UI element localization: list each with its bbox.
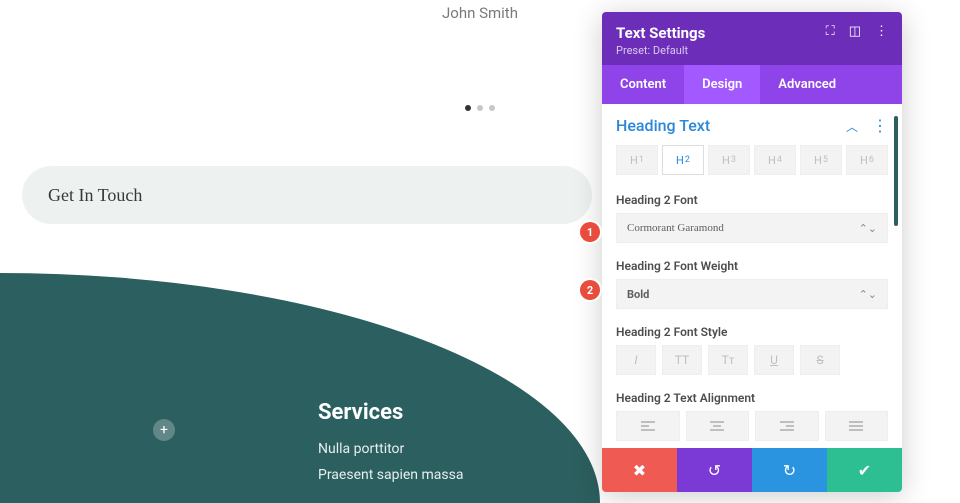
style-strikethrough[interactable]: S <box>800 345 840 375</box>
text-settings-panel: Text Settings Preset: Default ⛶ ◫ ⋮ Cont… <box>602 12 902 492</box>
footer-link[interactable]: Nulla porttitor <box>318 441 463 457</box>
font-select[interactable]: Cormorant Garamond ⌃⌄ <box>616 213 888 243</box>
font-value: Cormorant Garamond <box>627 222 724 234</box>
caret-icon: ⌃⌄ <box>859 222 877 235</box>
panel-header: Text Settings Preset: Default ⛶ ◫ ⋮ <box>602 12 902 65</box>
footer-wave <box>0 273 600 503</box>
tab-advanced[interactable]: Advanced <box>760 65 854 104</box>
heading-h5[interactable]: H5 <box>800 145 842 175</box>
panel-title: Text Settings <box>616 24 705 42</box>
heading-h1[interactable]: H1 <box>616 145 658 175</box>
responsive-icon[interactable]: ◫ <box>849 24 861 39</box>
style-smallcaps[interactable]: Tᴛ <box>708 345 748 375</box>
tab-design[interactable]: Design <box>684 65 760 104</box>
align-left[interactable] <box>616 411 680 441</box>
heading-h4[interactable]: H4 <box>754 145 796 175</box>
panel-scrollbar-thumb[interactable] <box>894 116 898 226</box>
style-uppercase[interactable]: TT <box>662 345 702 375</box>
save-button[interactable]: ✔ <box>827 448 902 492</box>
caret-icon: ⌃⌄ <box>859 288 877 301</box>
footer-services-column: Services Nulla porttitor Praesent sapien… <box>318 400 463 493</box>
panel-footer: ✖ ↺ ↻ ✔ <box>602 448 902 492</box>
weight-value: Bold <box>627 288 649 301</box>
align-right[interactable] <box>755 411 819 441</box>
undo-button[interactable]: ↺ <box>677 448 752 492</box>
section-kebab-icon[interactable]: ⋮ <box>866 116 888 135</box>
heading-level-selector: H1 H2 H3 H4 H5 H6 <box>616 145 888 175</box>
heading-h2[interactable]: H2 <box>662 145 704 175</box>
style-label: Heading 2 Font Style <box>616 325 888 339</box>
cancel-button[interactable]: ✖ <box>602 448 677 492</box>
footer-title: Services <box>318 400 463 425</box>
panel-tabs: Content Design Advanced <box>602 65 902 104</box>
weight-select[interactable]: Bold ⌃⌄ <box>616 279 888 309</box>
preset-label[interactable]: Preset: Default <box>616 44 705 57</box>
style-italic[interactable]: I <box>616 345 656 375</box>
annotation-1: 1 <box>580 222 600 242</box>
cta-heading: Get In Touch <box>22 166 592 224</box>
redo-button[interactable]: ↻ <box>752 448 827 492</box>
align-justify[interactable] <box>825 411 889 441</box>
font-label: Heading 2 Font <box>616 193 888 207</box>
section-heading-text[interactable]: Heading Text <box>616 116 710 135</box>
kebab-icon[interactable]: ⋮ <box>875 24 888 39</box>
align-label: Heading 2 Text Alignment <box>616 391 888 405</box>
expand-icon[interactable]: ⛶ <box>826 24 835 39</box>
add-section-button[interactable]: + <box>153 419 175 441</box>
heading-h6[interactable]: H6 <box>846 145 888 175</box>
footer-link[interactable]: Praesent sapien massa <box>318 467 463 483</box>
weight-label: Heading 2 Font Weight <box>616 259 888 273</box>
tab-content[interactable]: Content <box>602 65 684 104</box>
align-center[interactable] <box>686 411 750 441</box>
annotation-2: 2 <box>580 280 600 300</box>
chevron-up-icon[interactable]: ︿ <box>846 120 858 134</box>
heading-h3[interactable]: H3 <box>708 145 750 175</box>
style-underline[interactable]: U <box>754 345 794 375</box>
